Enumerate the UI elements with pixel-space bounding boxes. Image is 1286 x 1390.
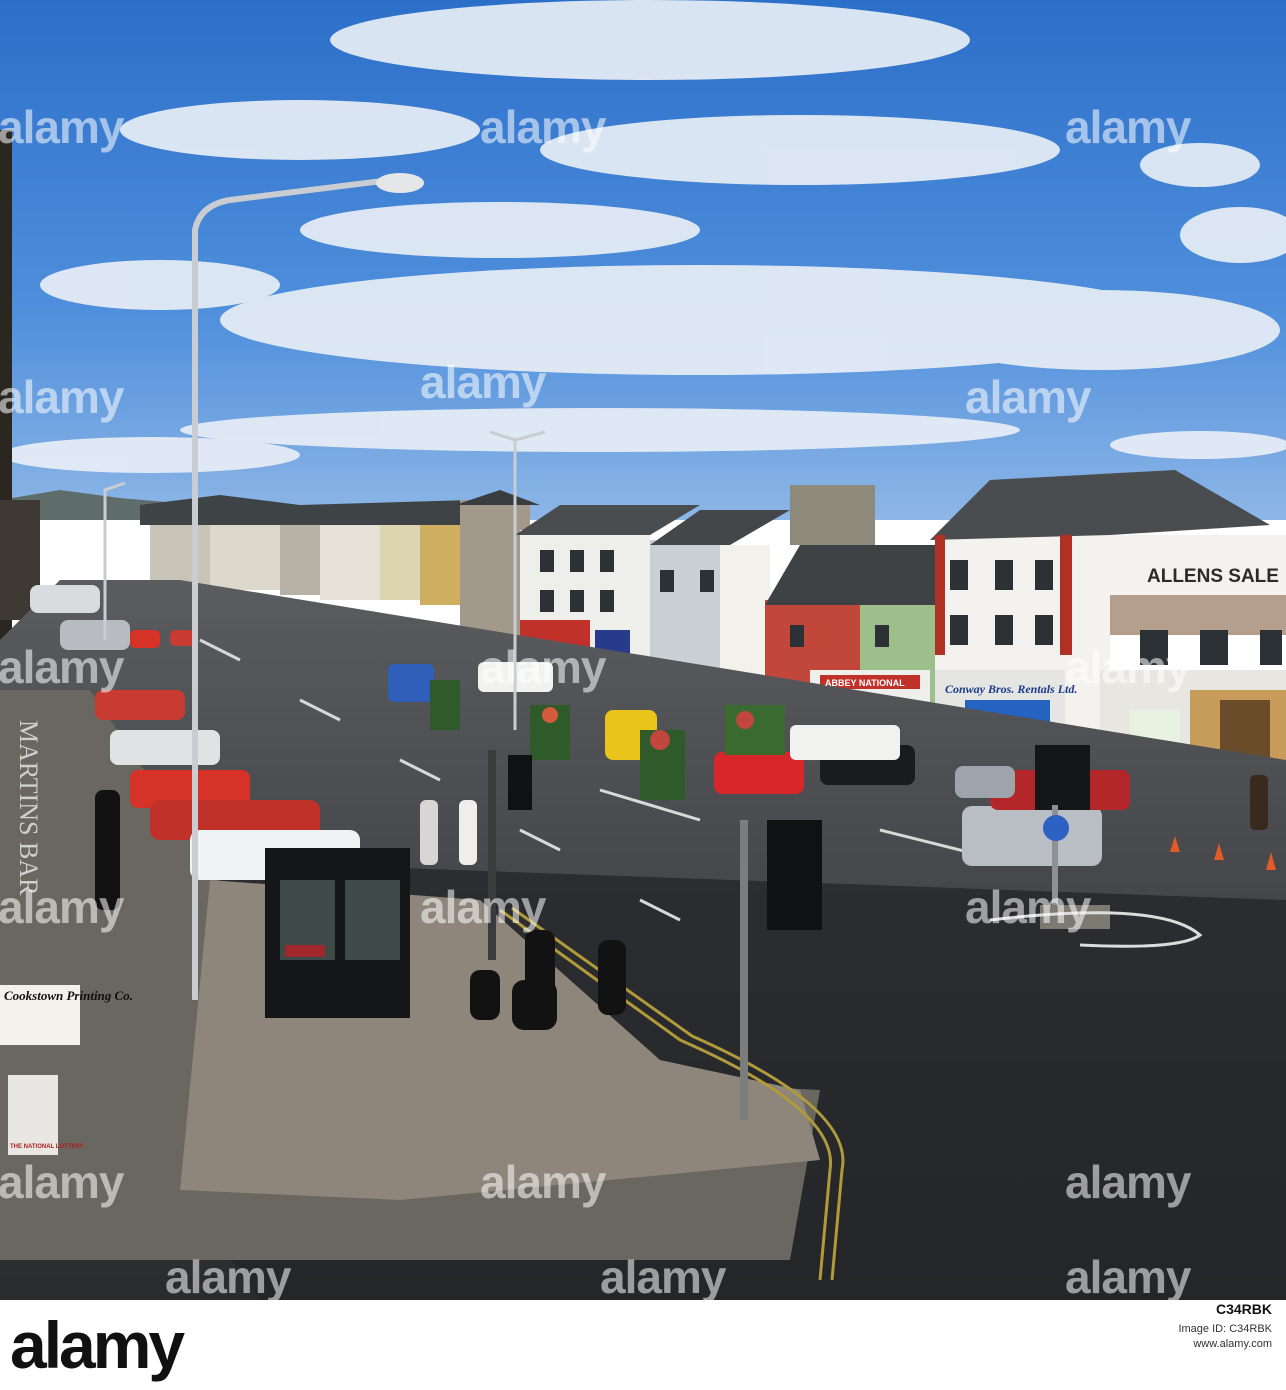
lottery-sign: THE NATIONAL LOTTERY: [10, 1144, 84, 1150]
photograph: ALLENS SALE ABBEY NATIONAL Conway Bros. …: [0, 0, 1286, 1300]
watermark: alamy: [165, 1251, 291, 1300]
watermark: alamy: [480, 641, 606, 693]
conway-sign: Conway Bros. Rentals Ltd.: [945, 682, 1077, 696]
watermark: alamy: [420, 356, 546, 408]
watermark: alamy: [480, 101, 606, 153]
footer-line-url[interactable]: www.alamy.com: [712, 1337, 1272, 1352]
watermark: alamy: [1065, 641, 1191, 693]
watermark: alamy: [0, 1156, 124, 1208]
footer-info: Image ID: C34RBK www.alamy.com: [712, 1322, 1272, 1352]
watermark: alamy: [0, 881, 124, 933]
watermark: alamy: [1065, 1156, 1191, 1208]
watermark: alamy: [1065, 1251, 1191, 1300]
watermark: alamy: [420, 881, 546, 933]
abbey-national-sign: ABBEY NATIONAL: [825, 678, 905, 688]
watermark: alamy: [1065, 101, 1191, 153]
watermark: alamy: [965, 881, 1091, 933]
watermark: alamy: [0, 641, 124, 693]
watermark: alamy: [0, 101, 124, 153]
phone-boxes: [265, 848, 410, 1018]
footer-bar: alamy C34RBK Image ID: C34RBK www.alamy.…: [0, 1300, 1286, 1390]
watermark: alamy: [965, 371, 1091, 423]
watermark: alamy: [480, 1156, 606, 1208]
image-code: C34RBK: [1215, 1301, 1272, 1317]
printing-sign: Cookstown Printing Co.: [4, 988, 133, 1003]
lamp-head: [376, 173, 424, 193]
alamy-logo[interactable]: alamy: [10, 1312, 185, 1378]
martins-bar-sign: MARTINS BAR: [14, 720, 43, 896]
watermark: alamy: [600, 1251, 726, 1300]
watermark: alamy: [0, 371, 124, 423]
footer-line-image-id: Image ID: C34RBK: [1178, 1323, 1272, 1335]
allens-sign: ALLENS SALE: [1147, 566, 1279, 587]
